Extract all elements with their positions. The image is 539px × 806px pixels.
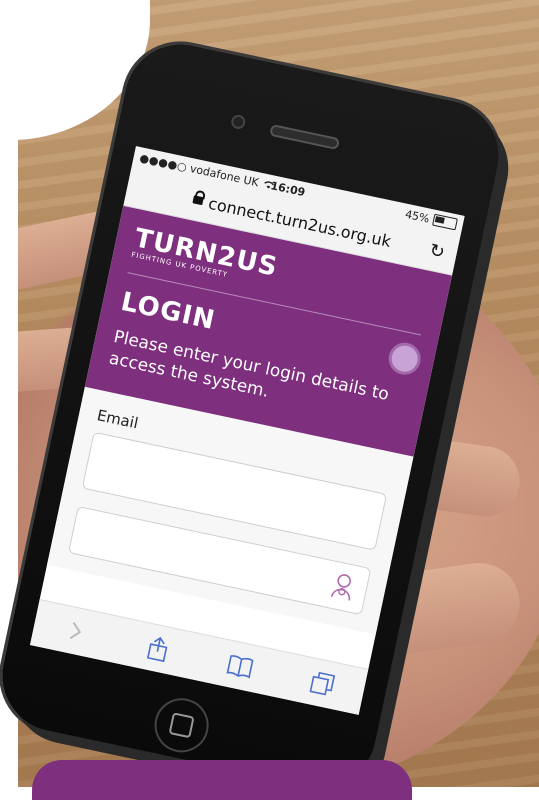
phone-screen: ●●●●○ vodafone UK 16:09 45% connect.turn… [29, 146, 465, 715]
profile-icon[interactable] [327, 569, 359, 604]
battery-icon [431, 213, 458, 231]
reload-icon[interactable]: ↻ [428, 239, 447, 263]
front-camera [232, 115, 245, 128]
earpiece-speaker [269, 123, 341, 151]
tabs-icon[interactable] [307, 668, 338, 699]
home-square-icon [168, 712, 195, 739]
bookmarks-icon[interactable] [225, 651, 256, 682]
share-icon[interactable] [143, 633, 174, 664]
bottom-brand-band [32, 760, 412, 800]
home-button[interactable] [149, 693, 214, 758]
battery-percent: 45% [404, 207, 431, 226]
lock-icon [192, 195, 204, 206]
forward-icon[interactable] [60, 616, 91, 647]
